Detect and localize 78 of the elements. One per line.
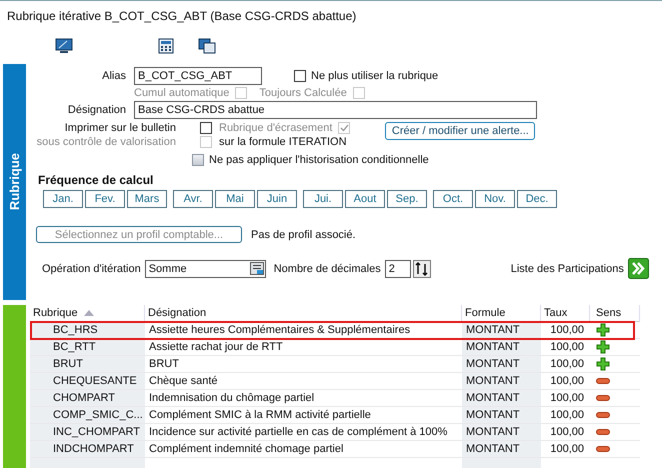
table-cell: 100,00 xyxy=(541,424,590,441)
windows-icon[interactable] xyxy=(198,38,216,54)
list-icon[interactable] xyxy=(250,262,264,275)
column-header[interactable]: Sens xyxy=(590,305,640,322)
table-cell: MONTANT xyxy=(462,339,541,356)
table-cell: BRUT xyxy=(145,356,462,373)
checkbox-label: Cumul automatique xyxy=(134,87,230,99)
field-label: Imprimer sur le bulletin xyxy=(64,122,176,134)
table-cell: BC_RTT xyxy=(30,339,145,356)
input-field[interactable]: Base CSG-CRDS abattue xyxy=(134,101,537,119)
monitor-icon[interactable] xyxy=(55,38,73,54)
month-button[interactable]: Mars xyxy=(127,190,167,208)
field-label: sous contrôle de valorisation xyxy=(36,136,176,148)
checkbox[interactable] xyxy=(200,122,212,134)
table-cell: 100,00 xyxy=(541,407,590,424)
checkbox-label: Toujours Calculée xyxy=(259,87,347,99)
month-button[interactable]: Jan. xyxy=(43,190,83,208)
checkbox[interactable] xyxy=(192,154,204,166)
input-field[interactable]: B_COT_CSG_ABT xyxy=(134,67,262,85)
operation-field[interactable]: Somme xyxy=(144,260,266,278)
checkbox-label: Rubrique d'écrasement xyxy=(219,122,332,134)
table-cell: CHEQUESANTE xyxy=(30,373,145,390)
table-cell: INDCHOMPART xyxy=(30,441,145,458)
checkbox-label: Ne pas appliquer l'historisation conditionnelle xyxy=(209,154,429,166)
checkbox-label: Ne plus utiliser la rubrique xyxy=(311,70,438,82)
month-button[interactable]: Juin xyxy=(257,190,297,208)
table-cell: BRUT xyxy=(30,356,145,373)
checkbox[interactable] xyxy=(294,70,306,82)
table-cell: Incidence sur activité partielle en cas de complément à 100% xyxy=(145,424,462,441)
table-cell: Complément SMIC à la RMM activité partielle xyxy=(145,407,462,424)
table-cell: Assiette rachat jour de RTT xyxy=(145,339,462,356)
month-button[interactable]: Mai xyxy=(215,190,255,208)
column-header[interactable]: Formule xyxy=(462,305,541,322)
month-button[interactable]: Jui. xyxy=(303,190,343,208)
month-button[interactable]: Nov. xyxy=(475,190,515,208)
table-cell: CHOMPART xyxy=(30,390,145,407)
section-title: Fréquence de calcul xyxy=(38,173,154,187)
select-profile-button[interactable]: Sélectionnez un profil comptable... xyxy=(36,226,242,243)
column-header[interactable]: Désignation xyxy=(145,305,462,322)
table-cell: 100,00 xyxy=(541,441,590,458)
table-cell: MONTANT xyxy=(462,424,541,441)
column-header[interactable]: Taux xyxy=(541,305,590,322)
side-tab[interactable]: Rubrique xyxy=(3,64,26,300)
table-cell: Indemnisation du chômage partiel xyxy=(145,390,462,407)
table-cell: 100,00 xyxy=(541,339,590,356)
table-cell: MONTANT xyxy=(462,373,541,390)
participations-label: Liste des Participations xyxy=(510,262,624,274)
table-cell: INC_CHOMPART xyxy=(30,424,145,441)
field-label: Nombre de décimales xyxy=(274,262,381,274)
spin-icon[interactable] xyxy=(412,260,431,278)
table-cell: Chèque santé xyxy=(145,373,462,390)
calculator-icon[interactable] xyxy=(158,38,174,54)
table-cell: MONTANT xyxy=(462,356,541,373)
month-button[interactable]: Aout xyxy=(345,190,385,208)
field-label: Alias xyxy=(101,70,126,82)
table-cell: MONTANT xyxy=(462,441,541,458)
checkbox-label: sur la formule ITERATION xyxy=(219,136,347,148)
window-title: Rubrique itérative B_COT_CSG_ABT (Base CSG-CRDS abattue) xyxy=(6,8,358,25)
profile-status: Pas de profil associé. xyxy=(251,228,356,240)
month-button[interactable]: Fev. xyxy=(85,190,125,208)
table-cell: 100,00 xyxy=(541,373,590,390)
create-alert-button[interactable]: Créer / modifier une alerte... xyxy=(385,122,536,140)
table-cell: 100,00 xyxy=(541,322,590,339)
table-cell: MONTANT xyxy=(462,390,541,407)
forward-icon[interactable] xyxy=(628,258,649,279)
month-button[interactable]: Dec. xyxy=(517,190,557,208)
month-button[interactable]: Sep. xyxy=(387,190,427,208)
field-label: Opération d'itération xyxy=(42,262,141,274)
table-cell: 100,00 xyxy=(541,356,590,373)
month-button[interactable]: Avr. xyxy=(173,190,213,208)
column-header[interactable]: Rubrique xyxy=(30,305,145,322)
table-cell: COMP_SMIC_C... xyxy=(30,407,145,424)
field-label: Désignation xyxy=(66,104,126,116)
month-button[interactable]: Oct. xyxy=(433,190,473,208)
table-cell: 100,00 xyxy=(541,390,590,407)
table-cell: Complément indemnité chomage partiel xyxy=(145,441,462,458)
table-cell: MONTANT xyxy=(462,407,541,424)
decimals-field[interactable]: 2 xyxy=(384,260,411,278)
